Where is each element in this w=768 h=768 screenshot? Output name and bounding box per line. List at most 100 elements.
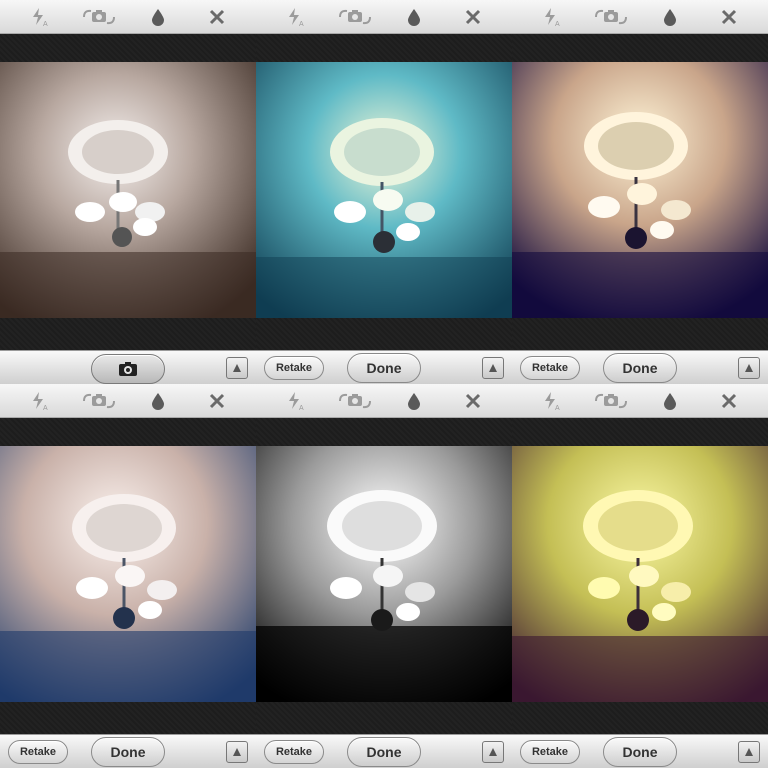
viewfinder-bottom-border — [0, 702, 256, 734]
camera-panel-3: A Retake Done — [512, 0, 768, 384]
expand-button[interactable] — [482, 741, 504, 763]
flash-auto-button[interactable]: A — [276, 386, 316, 416]
triangle-up-icon — [489, 748, 497, 756]
viewfinder-bottom-border — [0, 318, 256, 350]
svg-text:A: A — [555, 405, 560, 411]
close-button[interactable] — [197, 386, 237, 416]
camera-panel-1: A — [0, 0, 256, 384]
top-toolbar: A — [512, 384, 768, 418]
triangle-up-icon — [233, 364, 241, 372]
flash-auto-icon: A — [288, 7, 304, 27]
close-icon — [465, 9, 480, 24]
svg-text:A: A — [43, 21, 48, 27]
viewfinder-bottom-border — [256, 702, 512, 734]
camera-flip-icon — [338, 9, 371, 24]
water-drop-button[interactable] — [138, 2, 178, 32]
water-drop-icon — [407, 8, 420, 26]
camera-flip-icon — [594, 393, 627, 408]
photo-preview — [0, 446, 256, 702]
retake-button[interactable]: Retake — [8, 740, 68, 764]
close-button[interactable] — [453, 386, 493, 416]
flash-auto-button[interactable]: A — [532, 386, 572, 416]
flash-auto-icon: A — [32, 7, 48, 27]
done-button[interactable]: Done — [603, 737, 677, 767]
water-drop-icon — [151, 392, 164, 410]
bottom-toolbar: Retake Done — [256, 734, 512, 768]
close-icon — [465, 393, 480, 408]
close-button[interactable] — [709, 386, 749, 416]
chandelier-photo — [0, 62, 256, 318]
camera-flip-button[interactable] — [79, 2, 119, 32]
triangle-up-icon — [233, 748, 241, 756]
close-icon — [721, 9, 736, 24]
photo-preview — [256, 446, 512, 702]
done-button[interactable]: Done — [91, 737, 165, 767]
water-drop-button[interactable] — [650, 2, 690, 32]
camera-panel-4: A Retake Done — [0, 384, 256, 768]
done-button[interactable]: Done — [603, 353, 677, 383]
top-toolbar: A — [256, 0, 512, 34]
flash-auto-button[interactable]: A — [532, 2, 572, 32]
water-drop-icon — [151, 8, 164, 26]
close-button[interactable] — [709, 2, 749, 32]
chandelier-photo — [512, 446, 768, 702]
camera-flip-icon — [82, 393, 115, 408]
close-button[interactable] — [197, 2, 237, 32]
chandelier-photo — [256, 62, 512, 318]
retake-button[interactable]: Retake — [264, 356, 324, 380]
expand-button[interactable] — [738, 741, 760, 763]
camera-flip-button[interactable] — [335, 2, 375, 32]
bottom-toolbar: Retake Done — [0, 734, 256, 768]
chandelier-photo — [256, 446, 512, 702]
viewfinder-bottom-border — [512, 702, 768, 734]
viewfinder-top-border — [512, 418, 768, 446]
camera-flip-button[interactable] — [79, 386, 119, 416]
flash-auto-icon: A — [32, 391, 48, 411]
triangle-up-icon — [745, 364, 753, 372]
expand-button[interactable] — [226, 357, 248, 379]
top-toolbar: A — [512, 0, 768, 34]
triangle-up-icon — [745, 748, 753, 756]
photo-preview — [256, 62, 512, 318]
retake-button[interactable]: Retake — [264, 740, 324, 764]
photo-preview — [512, 62, 768, 318]
viewfinder-top-border — [256, 418, 512, 446]
viewfinder-top-border — [256, 34, 512, 62]
camera-flip-button[interactable] — [335, 386, 375, 416]
viewfinder-bottom-border — [256, 318, 512, 350]
water-drop-icon — [663, 8, 676, 26]
camera-flip-button[interactable] — [591, 386, 631, 416]
flash-auto-button[interactable]: A — [20, 386, 60, 416]
water-drop-button[interactable] — [394, 2, 434, 32]
top-toolbar: A — [256, 384, 512, 418]
water-drop-button[interactable] — [394, 386, 434, 416]
camera-panel-6: A Retake Done — [512, 384, 768, 768]
close-button[interactable] — [453, 2, 493, 32]
viewfinder-top-border — [512, 34, 768, 62]
retake-button[interactable]: Retake — [520, 356, 580, 380]
flash-auto-button[interactable]: A — [276, 2, 316, 32]
done-button[interactable]: Done — [347, 353, 421, 383]
expand-button[interactable] — [738, 357, 760, 379]
camera-flip-button[interactable] — [591, 2, 631, 32]
viewfinder-top-border — [0, 418, 256, 446]
camera-icon — [119, 362, 137, 376]
water-drop-button[interactable] — [650, 386, 690, 416]
svg-text:A: A — [299, 21, 304, 27]
photo-preview — [0, 62, 256, 318]
bottom-toolbar — [0, 350, 256, 384]
camera-panel-5: A Retake Done — [256, 384, 512, 768]
chandelier-photo — [0, 446, 256, 702]
svg-text:A: A — [299, 405, 304, 411]
chandelier-photo — [512, 62, 768, 318]
water-drop-button[interactable] — [138, 386, 178, 416]
retake-button[interactable]: Retake — [520, 740, 580, 764]
expand-button[interactable] — [482, 357, 504, 379]
shutter-button[interactable] — [91, 354, 165, 384]
camera-flip-icon — [338, 393, 371, 408]
close-icon — [209, 9, 224, 24]
camera-panel-2: A Retake Done — [256, 0, 512, 384]
flash-auto-button[interactable]: A — [20, 2, 60, 32]
done-button[interactable]: Done — [347, 737, 421, 767]
expand-button[interactable] — [226, 741, 248, 763]
